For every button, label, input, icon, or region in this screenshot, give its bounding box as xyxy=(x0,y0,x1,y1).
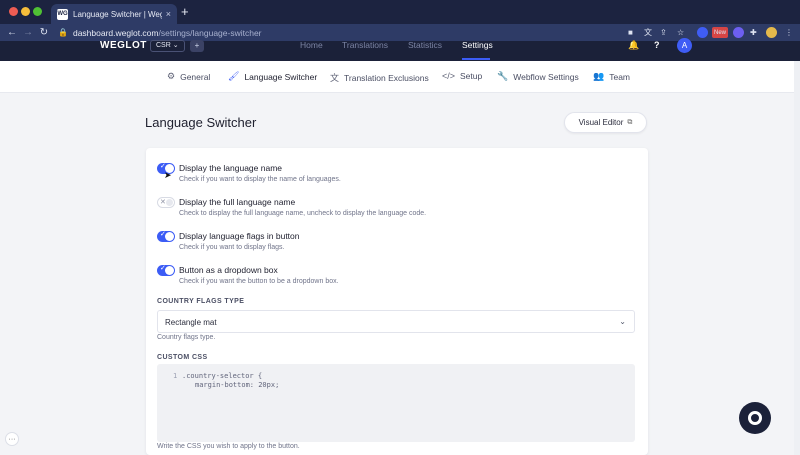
chevron-down-icon: ⌄ xyxy=(619,317,626,326)
forward-arrow-icon[interactable]: → xyxy=(20,27,36,38)
page-title: Language Switcher xyxy=(145,115,257,130)
subnav-translation-exclusions[interactable]: 文 Translation Exclusions xyxy=(330,71,429,84)
subnav-label: Language Switcher xyxy=(244,71,318,82)
more-options-icon[interactable]: ··· xyxy=(5,432,19,446)
url-path: /settings/language-switcher xyxy=(158,27,262,38)
camera-icon[interactable]: ■ xyxy=(628,27,633,38)
code-icon: </> xyxy=(442,71,456,81)
extension-circle-icon[interactable] xyxy=(733,27,744,38)
extension-new-badge[interactable]: New xyxy=(712,27,729,38)
option-label: Display the language name xyxy=(179,163,283,173)
window-close-button[interactable] xyxy=(9,7,18,16)
language-flags-toggle[interactable]: ✓ xyxy=(157,231,175,242)
dropdown-box-toggle[interactable]: ✓ xyxy=(157,265,175,276)
team-icon: 👥 xyxy=(593,71,605,81)
bell-icon[interactable]: 🔔 xyxy=(628,40,639,51)
option-label: Display the full language name xyxy=(179,197,296,207)
wrench-icon: 🔧 xyxy=(497,71,509,81)
gear-icon: ⚙ xyxy=(167,71,176,81)
reload-icon[interactable]: ↻ xyxy=(36,27,52,38)
new-tab-button[interactable]: + xyxy=(181,4,189,20)
support-chat-button[interactable] xyxy=(739,402,771,434)
window-minimize-button[interactable] xyxy=(21,7,30,16)
weglot-logo[interactable]: WEGLOT xyxy=(100,41,147,51)
profile-avatar-icon[interactable] xyxy=(766,27,777,38)
line-number: 1 xyxy=(173,372,178,380)
option-help: Check to display the full language name,… xyxy=(179,210,427,217)
settings-subnav: ⚙ General 🖌 Language Switcher 文 Translat… xyxy=(0,61,800,93)
nav-translations[interactable]: Translations xyxy=(342,41,388,50)
option-help: Check if you want the button to be a dro… xyxy=(179,278,339,285)
project-selector[interactable]: CSR ⌄ xyxy=(150,40,185,52)
back-arrow-icon[interactable]: ← xyxy=(4,27,20,38)
browser-tab[interactable]: WG Language Switcher | Weglot × xyxy=(51,4,177,24)
browser-tab-bar: WG Language Switcher | Weglot × + xyxy=(0,0,800,24)
nav-settings[interactable]: Settings xyxy=(462,41,493,50)
lock-icon: 🔒 xyxy=(58,28,68,37)
active-nav-underline xyxy=(462,58,490,60)
lifebuoy-icon xyxy=(748,411,762,425)
check-icon: ✓ xyxy=(160,231,166,238)
option-label: Button as a dropdown box xyxy=(179,265,278,275)
subnav-label: Team xyxy=(609,71,631,82)
app-header: WEGLOT CSR ⌄ + Home Translations Statist… xyxy=(0,38,800,61)
puzzle-extensions-icon[interactable]: ✚ xyxy=(750,27,757,38)
tab-title: Language Switcher | Weglot xyxy=(73,9,162,19)
share-icon[interactable]: ⇪ xyxy=(660,27,667,38)
subnav-label: General xyxy=(180,71,211,82)
tab-close-icon[interactable]: × xyxy=(166,9,171,19)
external-link-icon: ⧉ xyxy=(627,118,633,126)
extension-play-icon[interactable] xyxy=(697,27,708,38)
x-icon: ✕ xyxy=(160,199,166,206)
option-help: Check if you want to display the name of… xyxy=(179,176,341,183)
page-scrollbar[interactable] xyxy=(794,61,800,455)
window-maximize-button[interactable] xyxy=(33,7,42,16)
user-avatar[interactable]: A xyxy=(677,38,692,53)
check-icon: ✓ xyxy=(160,265,166,272)
full-language-name-toggle[interactable]: ✕ xyxy=(157,197,175,208)
visual-editor-button[interactable]: Visual Editor ⧉ xyxy=(564,112,647,133)
custom-css-help: Write the CSS you wish to apply to the b… xyxy=(157,443,300,450)
translate-page-icon[interactable]: 文 xyxy=(644,27,652,38)
help-icon[interactable]: ? xyxy=(654,40,660,50)
weglot-favicon-icon: WG xyxy=(57,8,68,20)
code-line-1: .country-selector { xyxy=(182,372,263,380)
url-input[interactable]: 🔒 dashboard.weglot.com/settings/language… xyxy=(58,26,618,39)
select-value: Rectangle mat xyxy=(165,318,217,327)
subnav-team[interactable]: 👥 Team xyxy=(593,71,630,82)
option-help: Check if you want to display flags. xyxy=(179,244,285,251)
switcher-settings-card: ✓ Display the language name Check if you… xyxy=(146,148,648,455)
url-host: dashboard.weglot.com xyxy=(72,27,159,38)
subnav-webflow-settings[interactable]: 🔧 Webflow Settings xyxy=(497,71,579,82)
bookmark-star-icon[interactable]: ☆ xyxy=(677,27,684,38)
visual-editor-label: Visual Editor xyxy=(578,118,624,127)
custom-css-editor[interactable]: 1 .country-selector { margin-bottom: 20p… xyxy=(157,364,635,442)
add-project-button[interactable]: + xyxy=(190,40,204,52)
translate-icon: 文 xyxy=(330,73,340,83)
nav-home[interactable]: Home xyxy=(300,41,323,50)
paint-roller-icon: 🖌 xyxy=(228,71,240,81)
option-label: Display language flags in button xyxy=(179,231,300,241)
subnav-label: Translation Exclusions xyxy=(344,72,429,83)
subnav-label: Setup xyxy=(460,71,483,81)
custom-css-section-label: CUSTOM CSS xyxy=(157,354,208,361)
nav-statistics[interactable]: Statistics xyxy=(408,41,442,50)
subnav-label: Webflow Settings xyxy=(513,71,579,82)
country-flags-help: Country flags type. xyxy=(157,334,216,341)
subnav-setup[interactable]: </> Setup xyxy=(442,71,482,81)
country-flags-select[interactable]: Rectangle mat ⌄ xyxy=(157,310,635,333)
mouse-pointer-icon: ➤ xyxy=(164,170,172,180)
code-line-2: margin-bottom: 20px; xyxy=(195,381,280,389)
country-flags-section-label: COUNTRY FLAGS TYPE xyxy=(157,298,245,305)
browser-menu-icon[interactable]: ⋮ xyxy=(785,27,793,38)
check-icon: ✓ xyxy=(160,163,166,170)
subnav-general[interactable]: ⚙ General xyxy=(167,71,210,82)
subnav-language-switcher[interactable]: 🖌 Language Switcher xyxy=(228,71,317,82)
